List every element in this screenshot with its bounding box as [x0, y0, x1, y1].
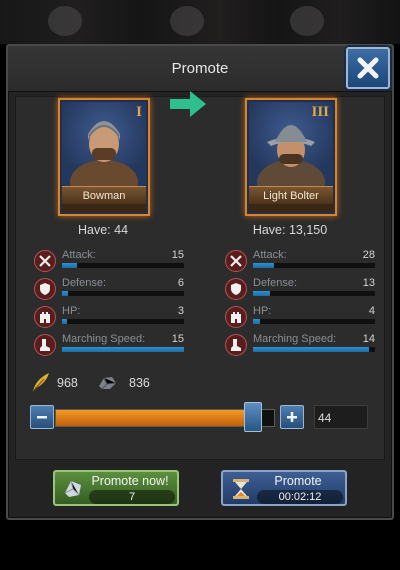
increase-button[interactable]	[280, 405, 304, 429]
to-unit-card[interactable]: III Light Bolter	[245, 98, 337, 216]
hourglass-icon	[233, 479, 249, 499]
stat-bar	[62, 263, 184, 268]
shield-icon	[34, 278, 56, 300]
stat-label: Attack:	[253, 249, 287, 261]
feather-icon	[32, 373, 49, 392]
background-portrait	[170, 6, 204, 36]
promote-now-cost: 7	[89, 490, 175, 504]
stat-label: Defense:	[253, 277, 298, 289]
stat-bar-fill	[253, 319, 261, 324]
quantity-slider-track[interactable]	[55, 409, 275, 427]
dialog-title: Promote	[171, 60, 229, 77]
to-unit-name-bar: Light Bolter	[249, 186, 333, 204]
from-unit-card[interactable]: I Bowman	[58, 98, 150, 216]
quantity-slider-thumb[interactable]	[244, 402, 262, 432]
decrease-button[interactable]	[30, 405, 54, 429]
ore-amount: 836	[129, 376, 150, 390]
feather-amount: 968	[57, 376, 78, 390]
to-unit-name: Light Bolter	[263, 189, 319, 202]
background-portrait	[48, 6, 82, 36]
gem-icon	[64, 480, 81, 497]
promote-timer: 00:02:12	[257, 490, 343, 504]
to-stat-hp: HP: 4	[225, 305, 375, 329]
dialog-titlebar: Promote	[8, 46, 392, 92]
bowman-portrait	[62, 102, 146, 186]
background-portrait	[290, 6, 324, 36]
quantity-slider-fill	[56, 410, 253, 426]
to-stat-defense: Defense: 13	[225, 277, 375, 301]
stat-value: 15	[171, 333, 184, 345]
stat-value: 6	[177, 277, 184, 289]
stat-bar-fill	[62, 347, 184, 352]
stat-bar-fill	[253, 291, 271, 296]
to-stat-attack: Attack: 28	[225, 249, 375, 273]
close-icon	[357, 57, 379, 79]
promote-button[interactable]: Promote 00:02:12	[221, 470, 347, 506]
stat-bar-fill	[62, 319, 67, 324]
stat-bar	[62, 291, 184, 296]
stat-label: Marching Speed:	[62, 333, 146, 345]
from-stat-marching-speed: Marching Speed: 15	[34, 333, 184, 357]
crossed-swords-icon	[34, 250, 56, 272]
promote-now-label: Promote now!	[91, 474, 169, 488]
stat-bar	[62, 347, 184, 352]
to-stat-marching-speed: Marching Speed: 14	[225, 333, 375, 357]
boot-icon	[225, 334, 247, 356]
from-unit-name-bar: Bowman	[62, 186, 146, 204]
castle-icon	[225, 306, 247, 328]
to-unit-have: Have: 13,150	[252, 223, 328, 237]
stat-bar-fill	[62, 263, 77, 268]
stat-bar-fill	[253, 263, 274, 268]
from-stat-hp: HP: 3	[34, 305, 184, 329]
shield-icon	[225, 278, 247, 300]
minus-icon	[37, 416, 47, 419]
stat-bar	[253, 291, 375, 296]
stat-value: 15	[171, 249, 184, 261]
arrow-right-icon	[170, 91, 206, 117]
promote-now-button[interactable]: Promote now! 7	[53, 470, 179, 506]
from-stat-defense: Defense: 6	[34, 277, 184, 301]
from-unit-name: Bowman	[82, 189, 126, 202]
to-unit-rank: III	[311, 104, 329, 120]
stat-value: 3	[177, 305, 184, 317]
stat-label: HP:	[253, 305, 272, 317]
stat-label: Defense:	[62, 277, 107, 289]
stat-label: Marching Speed:	[253, 333, 337, 345]
stat-label: HP:	[62, 305, 81, 317]
from-unit-rank: I	[136, 104, 142, 120]
from-unit-have: Have: 44	[77, 223, 129, 237]
stat-bar	[253, 347, 375, 352]
stat-value: 14	[362, 333, 375, 345]
card-footer	[249, 204, 333, 212]
stat-bar-fill	[253, 347, 369, 352]
castle-icon	[34, 306, 56, 328]
card-footer	[62, 204, 146, 212]
stat-value: 4	[368, 305, 375, 317]
stat-value: 13	[362, 277, 375, 289]
stat-label: Attack:	[62, 249, 96, 261]
promote-label: Promote	[274, 474, 322, 488]
plus-icon	[287, 412, 297, 422]
stat-bar-fill	[62, 291, 69, 296]
boot-icon	[34, 334, 56, 356]
ore-icon	[99, 377, 117, 390]
crossed-swords-icon	[225, 250, 247, 272]
stat-bar	[62, 319, 184, 324]
quantity-input[interactable]: 44	[314, 405, 368, 429]
close-button[interactable]	[346, 47, 390, 89]
stat-bar	[253, 319, 375, 324]
from-stat-attack: Attack: 15	[34, 249, 184, 273]
stat-value: 28	[362, 249, 375, 261]
stat-bar	[253, 263, 375, 268]
